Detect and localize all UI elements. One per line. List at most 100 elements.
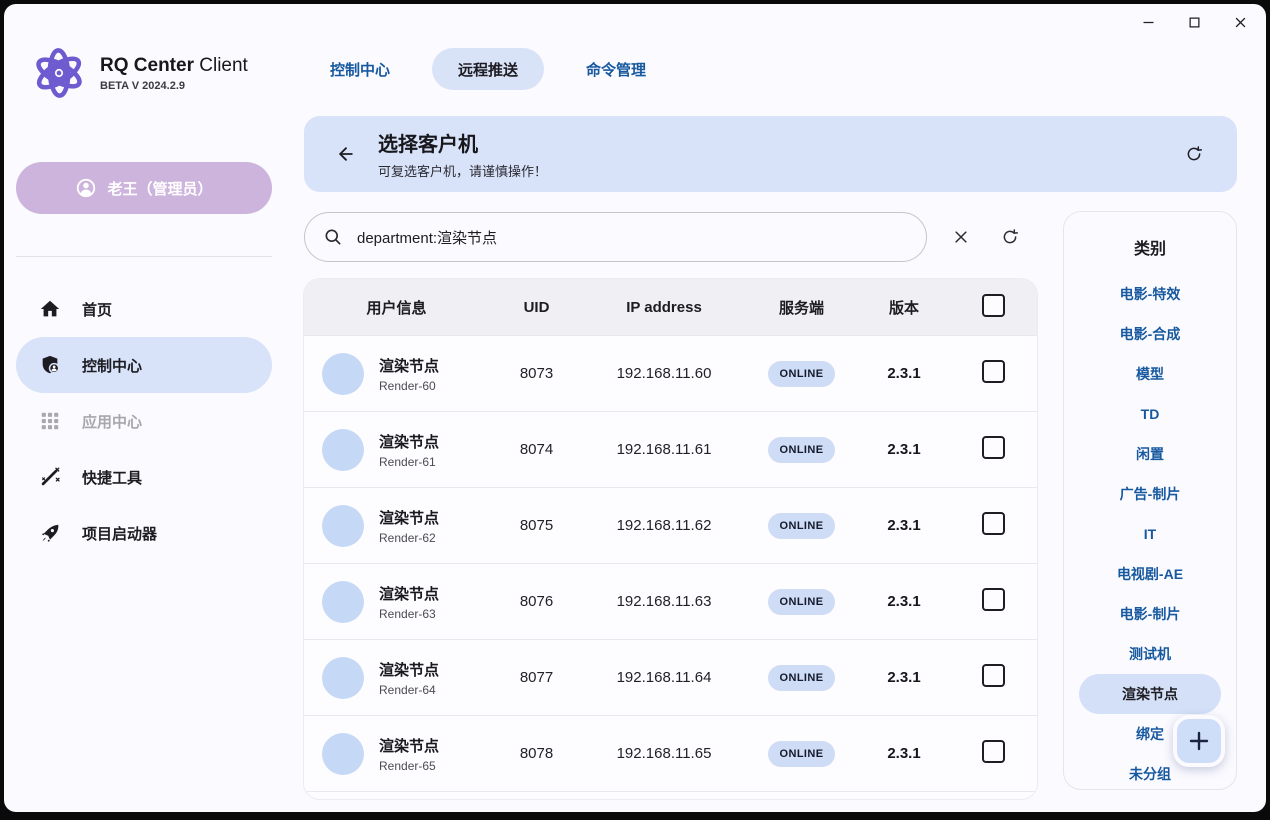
category-panel-title: 类别 xyxy=(1064,235,1236,259)
avatar xyxy=(322,505,364,547)
home-icon xyxy=(38,297,62,321)
minimize-button[interactable] xyxy=(1134,8,1162,36)
table-row[interactable]: 渲染节点 Render-62 8075 192.168.11.62 ONLINE… xyxy=(304,487,1037,563)
client-version: 2.3.1 xyxy=(859,745,949,762)
col-header-server: 服务端 xyxy=(744,297,859,318)
client-user-cell: 渲染节点 Render-63 xyxy=(304,581,489,623)
client-hostname: Render-62 xyxy=(379,531,439,545)
app-logo: RQ Center Client BETA V 2024.2.9 xyxy=(30,44,248,102)
status-badge: ONLINE xyxy=(768,589,836,615)
client-hostname: Render-61 xyxy=(379,455,439,469)
sidebar-item-label: 应用中心 xyxy=(82,411,142,432)
client-version: 2.3.1 xyxy=(859,593,949,610)
client-uid: 8076 xyxy=(489,593,584,610)
clear-x-icon xyxy=(952,226,970,248)
row-checkbox[interactable] xyxy=(982,512,1005,535)
tab-command-manage[interactable]: 命令管理 xyxy=(560,48,672,90)
table-row[interactable]: 渲染节点 Render-64 8077 192.168.11.64 ONLINE… xyxy=(304,639,1037,715)
row-checkbox[interactable] xyxy=(982,664,1005,687)
category-item[interactable]: 闲置 xyxy=(1079,434,1221,474)
client-name: 渲染节点 xyxy=(379,507,439,528)
app-version: BETA V 2024.2.9 xyxy=(100,80,248,92)
avatar xyxy=(322,581,364,623)
category-item[interactable]: 电影-制片 xyxy=(1079,594,1221,634)
client-user-cell: 渲染节点 Render-60 xyxy=(304,353,489,395)
refresh-icon xyxy=(1001,226,1019,248)
search-bar xyxy=(304,212,927,262)
category-item[interactable]: IT xyxy=(1079,514,1221,554)
client-ip: 192.168.11.64 xyxy=(584,669,744,686)
col-header-ip: IP address xyxy=(584,299,744,316)
table-row[interactable]: 渲染节点 Render-65 8078 192.168.11.65 ONLINE… xyxy=(304,715,1037,791)
category-item[interactable]: 测试机 xyxy=(1079,634,1221,674)
sidebar-item-label: 快捷工具 xyxy=(82,467,142,488)
select-all-checkbox[interactable] xyxy=(982,294,1005,317)
sidebar-item-quick-tools[interactable]: 快捷工具 xyxy=(16,449,272,505)
row-checkbox[interactable] xyxy=(982,588,1005,611)
table-row[interactable]: 渲染节点 Render-60 8073 192.168.11.60 ONLINE… xyxy=(304,335,1037,411)
client-uid: 8077 xyxy=(489,669,584,686)
col-header-uid: UID xyxy=(489,299,584,316)
category-item[interactable]: TD xyxy=(1079,394,1221,434)
maximize-button[interactable] xyxy=(1180,8,1208,36)
close-button[interactable] xyxy=(1226,8,1254,36)
close-icon xyxy=(1233,15,1248,30)
client-uid: 8074 xyxy=(489,441,584,458)
client-name: 渲染节点 xyxy=(379,659,439,680)
minimize-icon xyxy=(1141,15,1156,30)
search-refresh-button[interactable] xyxy=(995,222,1025,252)
back-button[interactable] xyxy=(330,138,362,170)
sidebar-item-label: 项目启动器 xyxy=(82,523,157,544)
sidebar-item-home[interactable]: 首页 xyxy=(16,281,272,337)
status-badge: ONLINE xyxy=(768,437,836,463)
search-icon xyxy=(323,227,343,247)
maximize-icon xyxy=(1187,15,1202,30)
client-uid: 8078 xyxy=(489,745,584,762)
category-panel: 类别 电影-特效 电影-合成 模型 TD 闲置 广告-制片 IT 电视剧-AE … xyxy=(1063,211,1237,790)
add-category-button[interactable] xyxy=(1173,715,1225,767)
table-row[interactable]: 渲染节点 Render-63 8076 192.168.11.63 ONLINE… xyxy=(304,563,1037,639)
sidebar-item-app-center[interactable]: 应用中心 xyxy=(16,393,272,449)
sidebar-item-project-launcher[interactable]: 项目启动器 xyxy=(16,505,272,561)
page-title: 选择客户机 xyxy=(378,128,547,157)
category-item[interactable]: 渲染节点 xyxy=(1079,674,1221,714)
category-item[interactable]: 电视剧-AE xyxy=(1079,554,1221,594)
banner-refresh-button[interactable] xyxy=(1179,139,1209,169)
wand-icon xyxy=(38,465,62,489)
sidebar-item-label: 控制中心 xyxy=(82,355,142,376)
client-ip: 192.168.11.62 xyxy=(584,517,744,534)
row-checkbox[interactable] xyxy=(982,360,1005,383)
client-hostname: Render-65 xyxy=(379,759,439,773)
atom-logo-icon xyxy=(30,44,88,102)
category-item[interactable]: 模型 xyxy=(1079,354,1221,394)
user-badge[interactable]: 老王（管理员） xyxy=(16,162,272,214)
client-version: 2.3.1 xyxy=(859,365,949,382)
sidebar-item-control-center[interactable]: 控制中心 xyxy=(16,337,272,393)
plus-icon xyxy=(1187,729,1211,753)
search-input[interactable] xyxy=(355,228,910,247)
tab-remote-push[interactable]: 远程推送 xyxy=(432,48,544,90)
tab-control-center[interactable]: 控制中心 xyxy=(304,48,416,90)
client-ip: 192.168.11.63 xyxy=(584,593,744,610)
sidebar-nav: 首页 控制中心 应用中心 xyxy=(16,281,272,561)
category-item[interactable]: 广告-制片 xyxy=(1079,474,1221,514)
category-item[interactable]: 电影-特效 xyxy=(1079,274,1221,314)
table-row[interactable]: 渲染节点 Render-61 8074 192.168.11.61 ONLINE… xyxy=(304,411,1037,487)
client-name: 渲染节点 xyxy=(379,355,439,376)
grid-icon xyxy=(38,409,62,433)
status-badge: ONLINE xyxy=(768,513,836,539)
user-icon xyxy=(75,177,97,199)
user-name-label: 老王（管理员） xyxy=(107,178,212,199)
status-badge: ONLINE xyxy=(768,361,836,387)
category-item[interactable]: 电影-合成 xyxy=(1079,314,1221,354)
sidebar-divider xyxy=(16,256,272,257)
search-clear-button[interactable] xyxy=(946,222,976,252)
client-user-cell: 渲染节点 Render-62 xyxy=(304,505,489,547)
client-uid: 8073 xyxy=(489,365,584,382)
client-hostname: Render-63 xyxy=(379,607,439,621)
row-checkbox[interactable] xyxy=(982,740,1005,763)
app-window: RQ Center Client BETA V 2024.2.9 老王（管理员）… xyxy=(4,4,1266,812)
table-header-row: 用户信息 UID IP address 服务端 版本 xyxy=(304,279,1037,335)
client-table: 用户信息 UID IP address 服务端 版本 渲染节点 Render-6… xyxy=(304,279,1037,799)
row-checkbox[interactable] xyxy=(982,436,1005,459)
